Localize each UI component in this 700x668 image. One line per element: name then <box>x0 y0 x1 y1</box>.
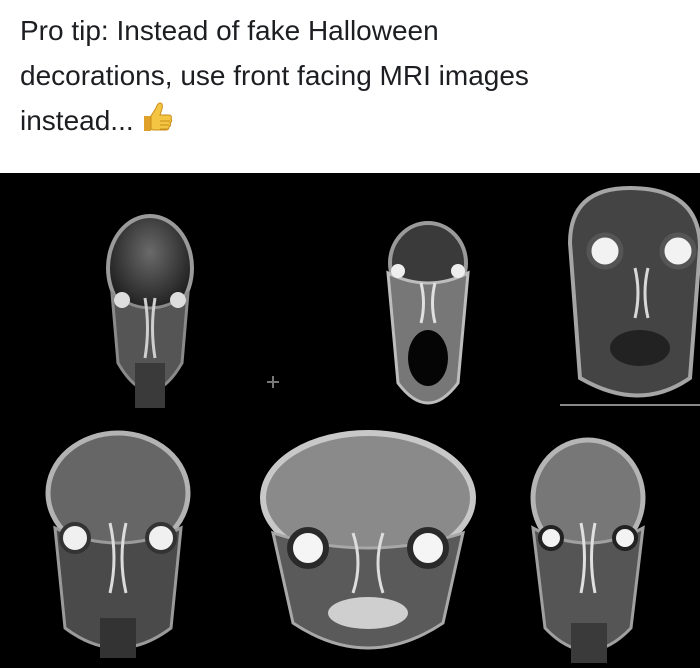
mri-image-grid <box>0 173 700 668</box>
mri-scan-2 <box>233 173 560 418</box>
post-text: Pro tip: Instead of fake Halloween decor… <box>20 8 680 147</box>
post-text-line: Pro tip: Instead of fake Halloween <box>20 15 439 46</box>
thumbs-up-icon <box>140 102 174 147</box>
post: Pro tip: Instead of fake Halloween decor… <box>0 0 700 668</box>
mri-scan-3 <box>560 173 700 418</box>
post-text-line: instead... <box>20 98 680 147</box>
mri-scan-6 <box>493 418 700 668</box>
mri-scan-5 <box>233 418 493 668</box>
mri-scan-1 <box>0 173 233 418</box>
post-text-line-label: instead... <box>20 105 134 136</box>
mri-scan-4 <box>0 418 233 668</box>
post-text-line: decorations, use front facing MRI images <box>20 60 529 91</box>
